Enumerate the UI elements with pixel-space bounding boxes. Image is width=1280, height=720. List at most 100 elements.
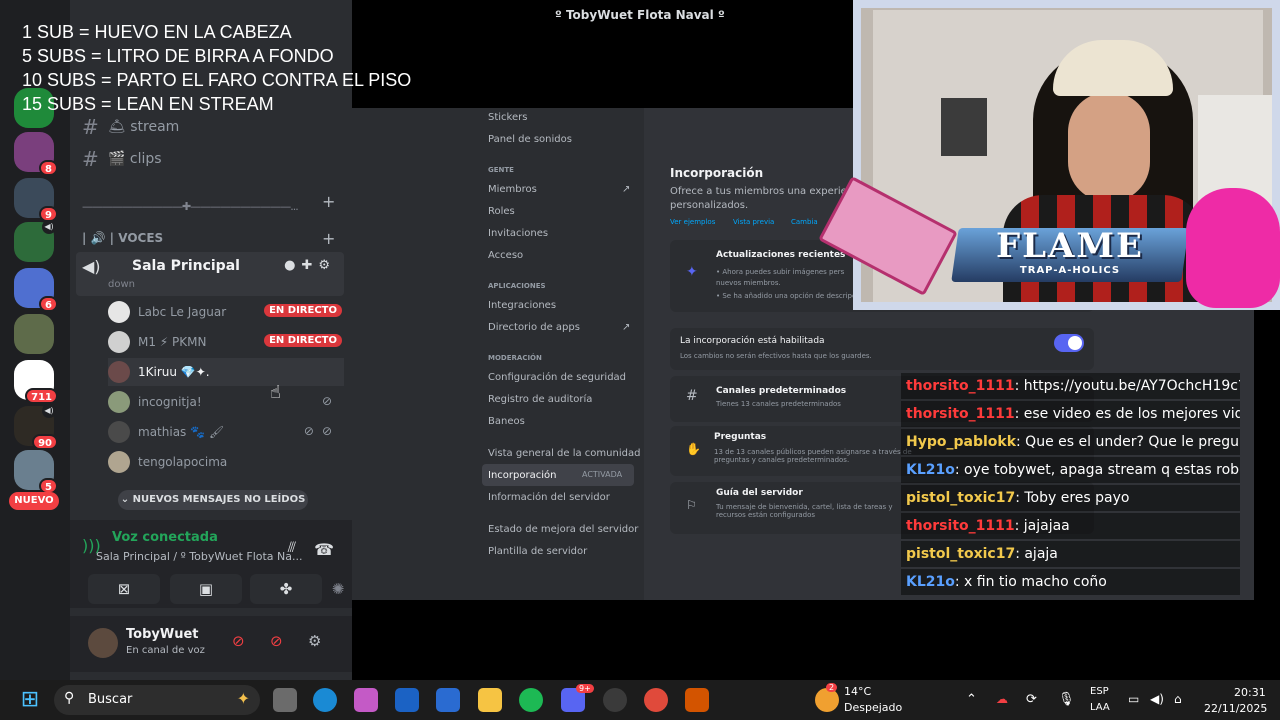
mic-muted-icon[interactable]: ⊘: [232, 632, 245, 650]
voice-category[interactable]: | 🔊 | VOCES: [82, 231, 163, 245]
keyboard-layout[interactable]: LAA: [1090, 702, 1110, 713]
chat-username: thorsito_1111: [906, 518, 1015, 534]
volume-icon[interactable]: ◀): [1150, 692, 1164, 706]
battery-icon[interactable]: ⌂: [1174, 692, 1182, 706]
copilot-sparkle-icon: ✦: [236, 689, 250, 708]
channel-emoji: 🎬: [108, 151, 126, 167]
voice-user-name: tengolapocima: [138, 455, 228, 469]
network-icon[interactable]: ▭: [1128, 692, 1139, 706]
speaker-icon: ◀): [82, 257, 101, 276]
voice-channel-label: Sala Principal: [132, 258, 240, 274]
outlook-icon[interactable]: [395, 688, 419, 712]
add-voice-channel-icon[interactable]: +: [322, 229, 335, 248]
gear-icon[interactable]: ⚙: [308, 632, 321, 650]
server-icon[interactable]: ◀) 90: [14, 404, 58, 450]
voice-connection-panel: ))) Voz conectada Sala Principal / º Tob…: [70, 520, 352, 608]
nav-item[interactable]: Stickers: [488, 112, 527, 123]
username: TobyWuet: [126, 627, 199, 642]
nav-item[interactable]: Plantilla de servidor: [488, 546, 587, 557]
chat-username: pistol_toxic17: [906, 490, 1016, 506]
spotify-icon[interactable]: [519, 688, 543, 712]
voice-connected-label[interactable]: Voz conectada: [112, 530, 218, 545]
channel-stream[interactable]: # 🛎 stream: [82, 113, 179, 141]
channel-clips[interactable]: # 🎬 clips: [82, 145, 162, 173]
camera-off-button[interactable]: ⊠: [88, 574, 160, 604]
server-icon[interactable]: 8: [14, 132, 58, 176]
avatar[interactable]: [88, 628, 118, 658]
sync-icon[interactable]: ⟳: [1026, 692, 1037, 707]
nav-item[interactable]: Directorio de apps: [488, 322, 580, 333]
onboarding-toggle[interactable]: [1054, 334, 1084, 352]
nav-item[interactable]: Miembros: [488, 184, 537, 195]
nav-item[interactable]: Registro de auditoría: [488, 394, 592, 405]
sub-goal: 1 SUB = HUEVO EN LA CABEZA: [22, 22, 292, 42]
soundboard-button[interactable]: ✺: [328, 574, 348, 604]
link[interactable]: Ver ejemplos: [670, 218, 715, 226]
server-icon[interactable]: ◀): [14, 220, 56, 262]
chat-text: : oye tobywet, apaga stream q estas roba: [954, 462, 1240, 478]
stream-title: º TobyWuet Flota Naval º: [555, 8, 725, 22]
server-icon[interactable]: 9: [14, 178, 58, 222]
voice-user[interactable]: Labc Le Jaguar EN DIRECTO: [108, 298, 344, 326]
page-description: personalizados.: [670, 200, 749, 211]
voice-channel-sala-principal[interactable]: ◀) Sala Principal down ●✚⚙: [76, 252, 344, 296]
live-badge: EN DIRECTO: [264, 304, 342, 317]
link[interactable]: Vista previa: [733, 218, 774, 226]
fl-studio-icon[interactable]: [685, 688, 709, 712]
tray-cloud-icon[interactable]: ☁: [996, 692, 1008, 706]
server-icon[interactable]: 6: [14, 268, 58, 312]
link[interactable]: Cambia: [791, 218, 818, 226]
weather-badge: 2: [826, 683, 838, 692]
headphones-deafened-icon[interactable]: ⊘: [270, 632, 283, 650]
clock-date[interactable]: 22/11/2025: [1204, 702, 1267, 715]
nav-item-active[interactable]: Incorporación: [488, 470, 556, 481]
sub-goal: 15 SUBS = LEAN EN STREAM: [22, 94, 274, 114]
clock-time[interactable]: 20:31: [1234, 686, 1266, 699]
microphone-icon[interactable]: 🎙: [1058, 692, 1075, 707]
edge-icon[interactable]: [313, 688, 337, 712]
voice-user[interactable]: M1 ⚡ PKMN EN DIRECTO: [108, 328, 344, 356]
server-icon[interactable]: [14, 314, 54, 354]
nav-item[interactable]: Integraciones: [488, 300, 556, 311]
copilot-icon[interactable]: [354, 688, 378, 712]
server-icon[interactable]: 711: [14, 360, 58, 404]
nav-item[interactable]: Baneos: [488, 416, 525, 427]
voice-user[interactable]: mathias 🐾 🖌 ⊘⊘: [108, 418, 344, 446]
taskbar-search[interactable]: ⚲ Buscar ✦: [54, 685, 260, 715]
voice-user[interactable]: incognitja! ⊘: [108, 388, 344, 416]
nav-item[interactable]: Acceso: [488, 250, 523, 261]
disconnect-icon[interactable]: ☎: [314, 540, 334, 559]
nav-item[interactable]: Roles: [488, 206, 515, 217]
chrome-icon[interactable]: [644, 688, 668, 712]
new-messages-pill[interactable]: ⌄ NUEVOS MENSAJES NO LEÍDOS: [118, 490, 308, 510]
chat-text: : ese video es de los mejores vide: [1014, 406, 1240, 422]
noise-suppression-icon[interactable]: ⫻: [288, 540, 296, 556]
activities-button[interactable]: ✤: [250, 574, 322, 604]
category-separator: ——————————✚——————————...: [82, 200, 299, 213]
nav-item[interactable]: Vista general de la comunidad: [488, 448, 640, 459]
voice-channel-actions[interactable]: ●✚⚙: [284, 258, 336, 273]
chat-message: pistol_toxic17: ajaja: [901, 541, 1240, 567]
obs-icon[interactable]: [603, 688, 627, 712]
store-icon[interactable]: [436, 688, 460, 712]
nav-item[interactable]: Invitaciones: [488, 228, 548, 239]
task-view-icon[interactable]: [273, 688, 297, 712]
nav-item[interactable]: Panel de sonidos: [488, 134, 572, 145]
voice-user[interactable]: 1Kiruu 💎✦.: [108, 358, 344, 386]
file-explorer-icon[interactable]: [478, 688, 502, 712]
chevron-up-icon[interactable]: ⌃: [966, 692, 977, 707]
windows-start-icon[interactable]: ⊞: [18, 688, 42, 712]
new-servers-pill[interactable]: NUEVO: [9, 492, 59, 510]
voice-user[interactable]: tengolapocima: [108, 448, 344, 476]
weather-icon[interactable]: [815, 688, 839, 712]
add-channel-icon[interactable]: +: [322, 192, 335, 211]
server-icon[interactable]: 5: [14, 450, 58, 494]
chat-overlay: thorsito_1111: https://youtu.be/AY7OchcH…: [901, 373, 1240, 599]
nav-item[interactable]: Estado de mejora del servidor: [488, 524, 638, 535]
screen-share-button[interactable]: ▣: [170, 574, 242, 604]
chat-message: thorsito_1111: ese video es de los mejor…: [901, 401, 1240, 427]
nav-item[interactable]: Configuración de seguridad: [488, 372, 626, 383]
nav-item[interactable]: Información del servidor: [488, 492, 610, 503]
user-status: En canal de voz: [126, 645, 205, 656]
language-indicator[interactable]: ESP: [1090, 686, 1109, 697]
